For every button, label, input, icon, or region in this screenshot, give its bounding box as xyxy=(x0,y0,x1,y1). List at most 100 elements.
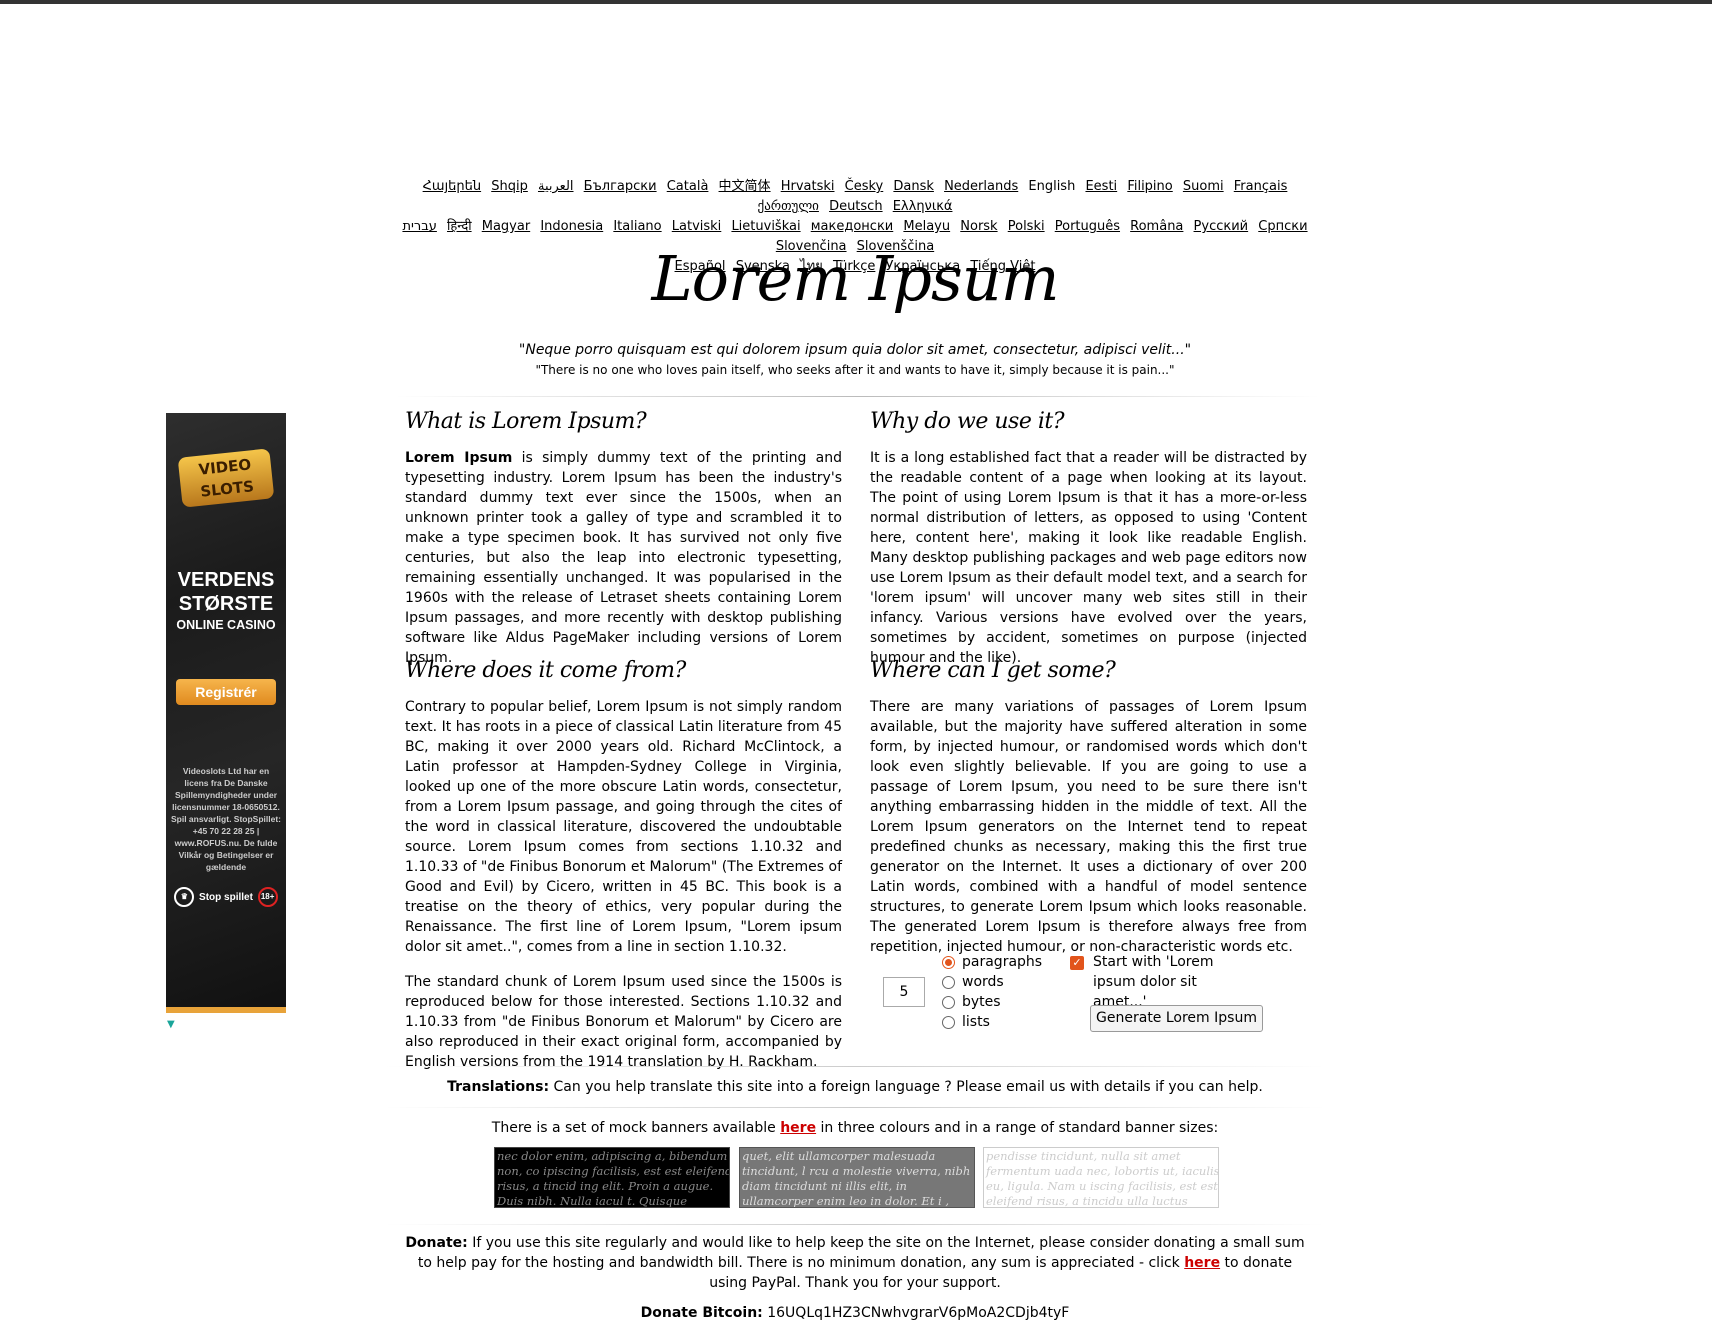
checkmark-icon[interactable]: ✓ xyxy=(1070,956,1084,970)
banners-link[interactable]: here xyxy=(780,1120,816,1136)
language-link[interactable]: 中文简体 xyxy=(719,179,771,194)
amount-input[interactable] xyxy=(883,977,925,1007)
banner-text: quet, elit ullamcorper malesuada tincidu… xyxy=(742,1149,971,1208)
radio-words[interactable]: words xyxy=(942,972,1042,992)
divider xyxy=(385,1224,1325,1225)
language-link[interactable]: Հայերեն xyxy=(423,179,481,194)
radio-lists[interactable]: lists xyxy=(942,1012,1042,1032)
casino-ad-banner[interactable]: VIDEO SLOTS VERDENS STØRSTE ONLINE CASIN… xyxy=(166,413,286,1013)
radio-icon[interactable] xyxy=(942,995,955,1009)
page-title: Lorem Ipsum xyxy=(651,242,1059,315)
section-text: Lorem Ipsum is simply dummy text of the … xyxy=(405,448,842,668)
latin-quote: "Neque porro quisquam est qui dolorem ip… xyxy=(518,342,1192,358)
language-link[interactable]: Eesti xyxy=(1085,179,1117,194)
language-link[interactable]: हिन्दी xyxy=(447,219,472,234)
bold-term: Lorem Ipsum xyxy=(405,450,513,466)
section-heading: Why do we use it? xyxy=(870,409,1065,434)
section-heading: What is Lorem Ipsum? xyxy=(405,409,647,434)
browser-top-bar xyxy=(0,0,1712,4)
banners-note: There is a set of mock banners available… xyxy=(395,1118,1315,1138)
language-link[interactable]: Melayu xyxy=(903,219,950,234)
language-link[interactable]: Česky xyxy=(845,179,884,194)
radio-selected-icon[interactable] xyxy=(942,955,955,969)
radio-icon[interactable] xyxy=(942,975,955,989)
banners-text-post: in three colours and in a range of stand… xyxy=(816,1120,1219,1136)
bitcoin-note: Donate Bitcoin: 16UQLq1HZ3CNwhvgrarV6pMo… xyxy=(395,1303,1315,1323)
language-link[interactable]: Català xyxy=(667,179,709,194)
section-heading: Where can I get some? xyxy=(870,658,1116,683)
ad-register-button[interactable]: Registrér xyxy=(176,679,276,705)
language-link[interactable]: Polski xyxy=(1008,219,1045,234)
bitcoin-label: Donate Bitcoin: xyxy=(640,1305,763,1321)
language-link[interactable]: Ελληνικά xyxy=(893,199,953,214)
donate-note: Donate: If you use this site regularly a… xyxy=(400,1233,1310,1293)
section-text: It is a long established fact that a rea… xyxy=(870,450,1307,666)
language-link[interactable]: Lietuviškai xyxy=(731,219,800,234)
radio-label: bytes xyxy=(962,994,1001,1010)
language-link[interactable]: Hrvatski xyxy=(781,179,835,194)
language-link[interactable]: Latviski xyxy=(672,219,722,234)
bitcoin-address: 16UQLq1HZ3CNwhvgrarV6pMoA2CDjb4tyF xyxy=(762,1305,1070,1321)
banner-text: pendisse tincidunt, nulla sit amet ferme… xyxy=(986,1149,1219,1208)
section-text: There are many variations of passages of… xyxy=(870,699,1307,955)
ad-headline: VERDENS xyxy=(177,569,275,591)
language-link[interactable]: עברית xyxy=(402,219,436,234)
language-link[interactable]: Русский xyxy=(1194,219,1249,234)
language-link[interactable]: العربية xyxy=(538,179,574,194)
ad-subheadline: ONLINE CASINO xyxy=(176,618,276,632)
language-current: English xyxy=(1028,179,1076,194)
translations-note: Translations: Can you help translate thi… xyxy=(395,1077,1315,1097)
radio-bytes[interactable]: bytes xyxy=(942,992,1042,1012)
section-body: is simply dummy text of the printing and… xyxy=(405,450,842,666)
section-heading: Where does it come from? xyxy=(405,658,686,683)
ad-logo: VIDEO SLOTS xyxy=(177,448,275,508)
ad-badges: ♛ Stop spillet 18+ xyxy=(172,887,280,907)
language-row: Հայերեն Shqip العربية Български Català 中… xyxy=(395,177,1315,217)
language-link[interactable]: Norsk xyxy=(960,219,997,234)
radio-label: paragraphs xyxy=(962,954,1043,970)
divider xyxy=(385,1066,1325,1067)
banner-white[interactable]: pendisse tincidunt, nulla sit amet ferme… xyxy=(983,1147,1219,1208)
language-link[interactable]: Deutsch xyxy=(829,199,883,214)
language-link[interactable]: ქართული xyxy=(758,199,819,214)
section-why: Why do we use it? It is a long establish… xyxy=(870,406,1307,683)
stop-spillet-logo: Stop spillet xyxy=(199,891,253,903)
section-text: Contrary to popular belief, Lorem Ipsum … xyxy=(405,699,842,955)
language-link[interactable]: Nederlands xyxy=(944,179,1018,194)
crown-icon: ♛ xyxy=(174,887,195,907)
checkbox-label: Start with 'Lorem ipsum dolor sit amet..… xyxy=(1093,954,1214,1010)
language-link[interactable]: Italiano xyxy=(613,219,661,234)
ad-choices-icon[interactable]: ▼ xyxy=(167,1020,177,1030)
radio-icon[interactable] xyxy=(942,1015,955,1029)
language-link[interactable]: Български xyxy=(584,179,657,194)
language-link[interactable]: Српски xyxy=(1258,219,1307,234)
translations-text: Can you help translate this site into a … xyxy=(549,1079,1263,1095)
language-link[interactable]: Français xyxy=(1234,179,1288,194)
radio-label: words xyxy=(962,974,1004,990)
divider xyxy=(395,396,1320,397)
language-link[interactable]: македонски xyxy=(811,219,894,234)
banner-black[interactable]: nec dolor enim, adipiscing a, bibendum n… xyxy=(494,1147,730,1208)
language-link[interactable]: Indonesia xyxy=(540,219,603,234)
translations-label: Translations: xyxy=(447,1079,550,1095)
start-with-lorem-checkbox[interactable]: ✓ Start with 'Lorem ipsum dolor sit amet… xyxy=(1070,952,1243,1012)
language-link[interactable]: Româna xyxy=(1130,219,1183,234)
generator-form: paragraphs words bytes lists ✓ Start wit… xyxy=(880,950,1320,1050)
section-where-get: Where can I get some? There are many var… xyxy=(870,655,1307,972)
donate-link[interactable]: here xyxy=(1184,1255,1220,1271)
language-link[interactable]: Português xyxy=(1055,219,1120,234)
language-link[interactable]: Filipino xyxy=(1127,179,1172,194)
language-link[interactable]: Magyar xyxy=(482,219,530,234)
english-quote: "There is no one who loves pain itself, … xyxy=(535,363,1175,377)
donate-label: Donate: xyxy=(405,1235,468,1251)
ad-fine-print: Videoslots Ltd har en licens fra De Dans… xyxy=(170,766,282,872)
radio-paragraphs[interactable]: paragraphs xyxy=(942,952,1042,972)
language-link[interactable]: Suomi xyxy=(1183,179,1224,194)
banner-text: nec dolor enim, adipiscing a, bibendum n… xyxy=(497,1149,730,1208)
language-link[interactable]: Dansk xyxy=(893,179,934,194)
banner-grey[interactable]: quet, elit ullamcorper malesuada tincidu… xyxy=(739,1147,975,1208)
divider xyxy=(385,1107,1325,1108)
generate-button[interactable]: Generate Lorem Ipsum xyxy=(1090,1005,1263,1032)
language-link[interactable]: Shqip xyxy=(491,179,528,194)
banners-text-pre: There is a set of mock banners available xyxy=(491,1120,781,1136)
